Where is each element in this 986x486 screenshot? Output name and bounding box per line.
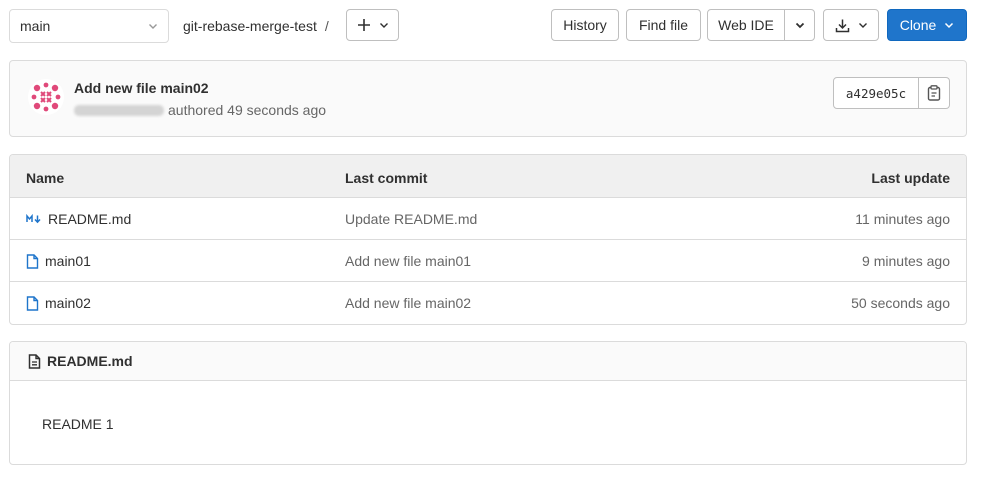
column-header-name: Name <box>26 170 65 186</box>
file-name-cell[interactable]: main01 <box>26 253 91 269</box>
repository-toolbar: main git-rebase-merge-test / History Fin… <box>9 9 967 43</box>
last-commit-link[interactable]: Add new file main02 <box>345 295 471 311</box>
breadcrumb-separator: / <box>324 18 329 34</box>
file-text-icon <box>28 353 41 369</box>
file-name-link[interactable]: main01 <box>45 253 91 269</box>
commit-sha-group: a429e05c <box>833 77 950 109</box>
commit-meta: authored 49 seconds ago <box>74 102 326 118</box>
file-name-link[interactable]: main02 <box>45 295 91 311</box>
column-header-last-commit: Last commit <box>345 170 428 186</box>
markdown-icon <box>26 213 41 224</box>
web-ide-button[interactable]: Web IDE <box>707 9 785 41</box>
project-link[interactable]: git-rebase-merge-test <box>183 18 317 34</box>
last-commit-link[interactable]: Update README.md <box>345 211 477 227</box>
clone-label: Clone <box>899 17 937 33</box>
file-icon <box>26 253 39 269</box>
table-header: Name Last commit Last update <box>10 155 966 198</box>
download-icon <box>835 19 849 32</box>
commit-sha-button[interactable]: a429e05c <box>833 77 919 109</box>
commit-title-link[interactable]: Add new file main02 <box>74 80 209 96</box>
file-name-cell[interactable]: main02 <box>26 295 91 311</box>
file-icon <box>26 295 39 311</box>
file-name-link[interactable]: README.md <box>48 211 131 227</box>
branch-name: main <box>20 18 51 34</box>
identicon-icon <box>28 79 64 115</box>
web-ide-dropdown-button[interactable] <box>784 9 815 41</box>
readme-filename[interactable]: README.md <box>47 353 133 369</box>
readme-content: README 1 <box>42 416 114 432</box>
clipboard-icon <box>927 85 941 101</box>
copy-sha-button[interactable] <box>919 77 950 109</box>
breadcrumb: git-rebase-merge-test / <box>183 9 329 43</box>
chevron-down-icon <box>379 23 388 28</box>
chevron-down-icon <box>858 23 867 28</box>
commit-authored-time: authored 49 seconds ago <box>168 102 327 118</box>
readme-title: README.md <box>28 353 133 369</box>
branch-selector[interactable]: main <box>9 9 169 43</box>
file-tree-table: Name Last commit Last update README.md U… <box>9 154 967 325</box>
download-button[interactable] <box>823 9 879 41</box>
chevron-down-icon <box>795 22 804 29</box>
clone-button[interactable]: Clone <box>887 9 967 41</box>
last-update-time: 9 minutes ago <box>862 253 950 269</box>
last-commit-panel: Add new file main02 authored 49 seconds … <box>9 60 967 137</box>
plus-icon <box>357 19 370 31</box>
chevron-down-icon <box>149 24 157 29</box>
find-file-button[interactable]: Find file <box>626 9 701 41</box>
author-name-redacted[interactable] <box>74 104 164 116</box>
table-row[interactable]: main02 Add new file main02 50 seconds ag… <box>10 282 966 324</box>
last-update-time: 50 seconds ago <box>851 295 950 311</box>
readme-panel: README.md README 1 <box>9 341 967 465</box>
table-row[interactable]: README.md Update README.md 11 minutes ag… <box>10 198 966 240</box>
column-header-last-update: Last update <box>871 170 950 186</box>
history-button[interactable]: History <box>551 9 619 41</box>
chevron-down-icon <box>945 22 954 29</box>
table-row[interactable]: main01 Add new file main01 9 minutes ago <box>10 240 966 282</box>
file-name-cell[interactable]: README.md <box>26 211 131 227</box>
avatar[interactable] <box>28 79 64 115</box>
last-commit-link[interactable]: Add new file main01 <box>345 253 471 269</box>
readme-header: README.md <box>10 342 966 381</box>
last-update-time: 11 minutes ago <box>855 211 950 227</box>
add-file-dropdown[interactable] <box>346 9 399 41</box>
